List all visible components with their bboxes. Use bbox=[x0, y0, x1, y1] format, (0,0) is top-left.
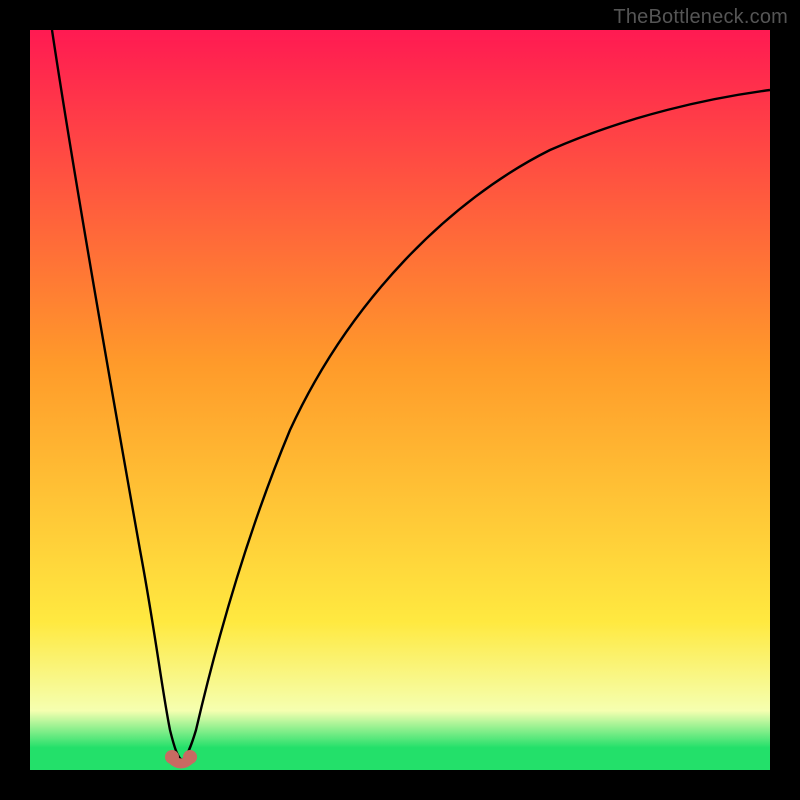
bottleneck-curve bbox=[52, 30, 770, 760]
curve-layer bbox=[30, 30, 770, 770]
plot-area bbox=[30, 30, 770, 770]
attribution-text: TheBottleneck.com bbox=[613, 6, 788, 29]
chart-frame: TheBottleneck.com bbox=[0, 0, 800, 800]
